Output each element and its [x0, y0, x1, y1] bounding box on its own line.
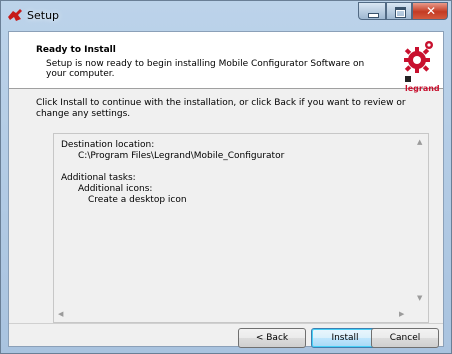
- button-separator: [9, 323, 443, 324]
- scroll-up-icon[interactable]: ▲: [417, 138, 422, 146]
- cancel-button[interactable]: Cancel: [371, 328, 439, 348]
- gear-icon: [404, 41, 433, 73]
- close-icon: ✕: [426, 4, 437, 18]
- ready-memo[interactable]: Destination location: C:\Program Files\L…: [53, 133, 429, 323]
- wizard-client-area: Ready to Install Setup is now ready to b…: [8, 31, 444, 348]
- memo-line: Destination location:: [61, 140, 155, 150]
- close-button[interactable]: ✕: [412, 2, 448, 20]
- scroll-left-icon[interactable]: ◀: [58, 310, 63, 318]
- back-button[interactable]: < Back: [238, 328, 306, 348]
- maximize-icon: [395, 7, 406, 18]
- minimize-button[interactable]: [358, 2, 386, 20]
- scroll-right-icon[interactable]: ▶: [399, 310, 404, 318]
- page-subtitle: Setup is now ready to begin installing M…: [46, 59, 365, 79]
- maximize-button[interactable]: [386, 2, 412, 20]
- horizontal-scrollbar[interactable]: ◀ ▶: [54, 306, 412, 322]
- window-title: Setup: [27, 9, 60, 22]
- legrand-logo: legrand: [395, 38, 441, 93]
- setup-app-icon: [8, 9, 22, 21]
- setup-window: Setup ✕ Ready to Install Setup is now re…: [0, 0, 452, 354]
- wizard-header: Ready to Install Setup is now ready to b…: [9, 32, 443, 93]
- minimize-icon: [368, 13, 379, 18]
- install-button[interactable]: Install: [311, 328, 379, 348]
- title-bar[interactable]: Setup ✕: [1, 1, 451, 31]
- memo-line: Additional icons:: [78, 184, 153, 194]
- logo-wordmark: legrand: [405, 75, 441, 93]
- scroll-down-icon[interactable]: ▼: [417, 294, 422, 302]
- memo-line: Additional tasks:: [61, 173, 136, 183]
- memo-line: Create a desktop icon: [88, 195, 187, 205]
- instruction-text: Click Install to continue with the insta…: [36, 98, 406, 119]
- memo-line: C:\Program Files\Legrand\Mobile_Configur…: [78, 151, 285, 161]
- page-title: Ready to Install: [36, 45, 116, 55]
- vertical-scrollbar[interactable]: ▲ ▼: [412, 134, 428, 306]
